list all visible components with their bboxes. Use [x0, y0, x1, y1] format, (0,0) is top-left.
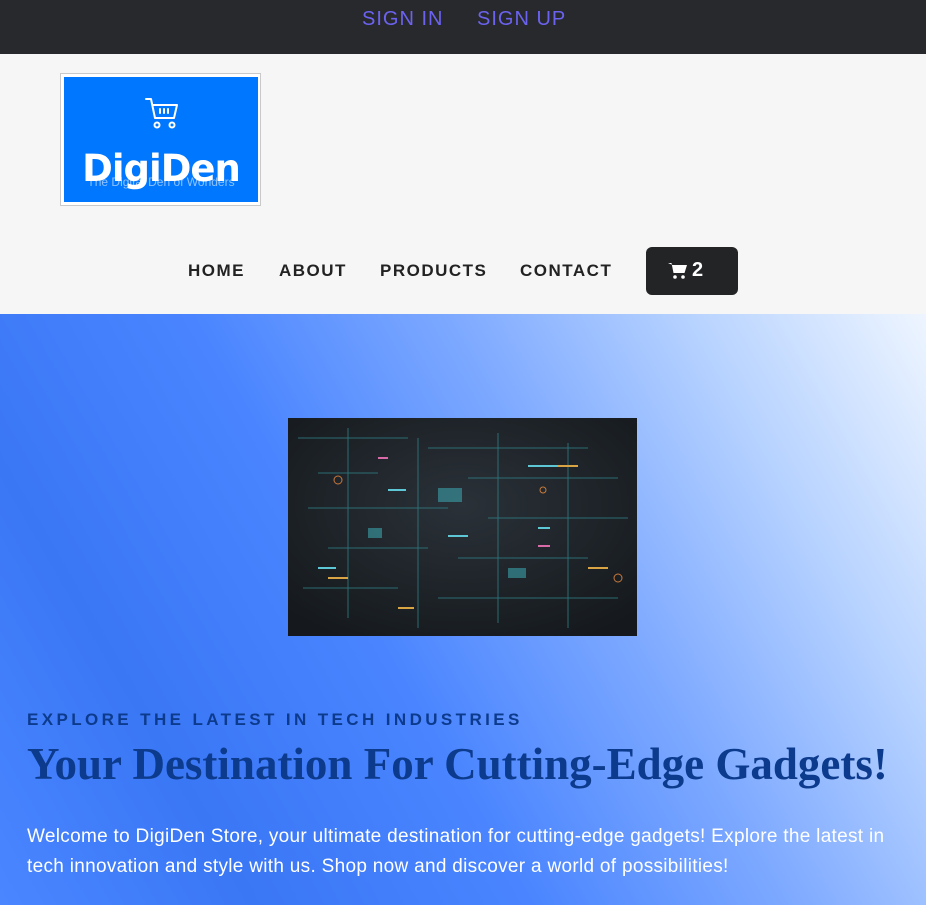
nav-home[interactable]: HOME — [188, 261, 245, 281]
hero-intro: Welcome to DigiDen Store, your ultimate … — [27, 826, 885, 877]
top-bar: SIGN IN SIGN UP — [0, 0, 926, 54]
logo-tagline: The Digital Den of Wonders — [87, 175, 235, 189]
nav-about[interactable]: ABOUT — [279, 261, 347, 281]
hero-kicker: EXPLORE THE LATEST IN TECH INDUSTRIES — [27, 710, 523, 729]
circuit-board-graphic — [288, 418, 637, 636]
sign-in-link[interactable]: SIGN IN — [362, 8, 443, 31]
sign-up-link[interactable]: SIGN UP — [477, 8, 566, 31]
cart-icon — [668, 263, 687, 279]
site-header: DigiDen The Digital Den of Wonders HOME … — [0, 54, 926, 314]
logo[interactable]: DigiDen The Digital Den of Wonders — [64, 77, 258, 202]
main-nav: HOME ABOUT PRODUCTS CONTACT — [0, 261, 926, 281]
shopping-cart-icon — [145, 98, 178, 129]
circuit-board-image — [288, 418, 637, 636]
hero-headline: Your Destination For Cutting-Edge Gadget… — [27, 739, 888, 789]
cart-button[interactable]: 2 — [646, 247, 738, 295]
nav-products[interactable]: PRODUCTS — [380, 261, 487, 281]
cart-count: 2 — [692, 259, 704, 281]
nav-contact[interactable]: CONTACT — [520, 261, 612, 281]
hero-section: EXPLORE THE LATEST IN TECH INDUSTRIES Yo… — [0, 314, 926, 905]
